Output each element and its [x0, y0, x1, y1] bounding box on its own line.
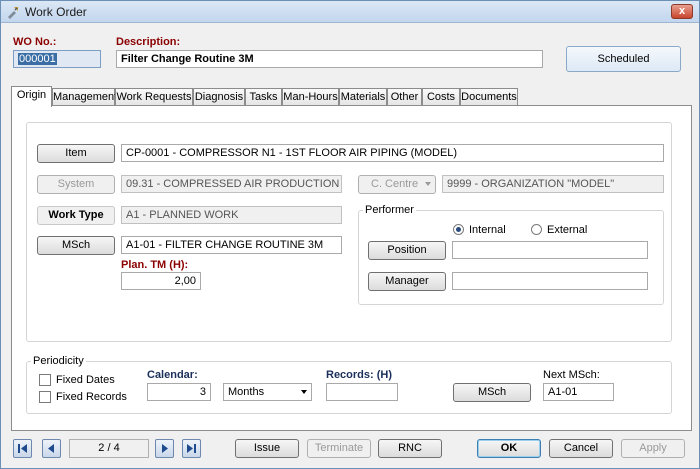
item-field[interactable]: CP-0001 - COMPRESSOR N1 - 1ST FLOOR AIR … [121, 144, 664, 162]
calendar-label: Calendar: [147, 369, 198, 381]
position-button[interactable]: Position [368, 241, 446, 260]
calendar-unit-value: Months [228, 386, 265, 398]
work-order-window: Work Order x WO No.: 000001 Description:… [0, 0, 700, 469]
tab-man-hours[interactable]: Man-Hours [282, 88, 339, 106]
last-icon [187, 444, 196, 453]
chevron-down-icon [425, 182, 431, 186]
calendar-input[interactable]: 3 [147, 383, 211, 401]
system-button[interactable]: System [37, 175, 115, 194]
status-badge: Scheduled [566, 46, 681, 72]
origin-panel: Item CP-0001 - COMPRESSOR N1 - 1ST FLOOR… [11, 105, 692, 431]
chevron-down-icon [301, 390, 307, 394]
records-input[interactable] [326, 383, 398, 401]
app-icon [8, 7, 18, 19]
external-radio[interactable] [531, 224, 542, 235]
tab-tasks[interactable]: Tasks [245, 88, 282, 106]
record-counter: 2 / 4 [69, 439, 149, 458]
next-record-button[interactable] [155, 439, 174, 458]
cost-centre-label: C. Centre [371, 178, 419, 190]
internal-radio[interactable] [453, 224, 464, 235]
periodicity-label: Periodicity [31, 355, 86, 367]
fixed-records-checkbox[interactable] [39, 391, 51, 403]
previous-icon [48, 444, 54, 453]
records-label: Records: (H) [326, 369, 393, 381]
next-msch-label: Next MSch: [543, 369, 600, 381]
first-icon [18, 444, 27, 453]
tab-work-requests[interactable]: Work Requests [115, 88, 193, 106]
system-field[interactable]: 09.31 - COMPRESSED AIR PRODUCTION [121, 175, 342, 193]
description-input[interactable]: Filter Change Routine 3M [116, 50, 543, 68]
terminate-button[interactable]: Terminate [307, 439, 371, 458]
msch-field[interactable]: A1-01 - FILTER CHANGE ROUTINE 3M [121, 236, 342, 254]
internal-label: Internal [469, 224, 506, 236]
work-type-label: Work Type [37, 206, 115, 225]
plan-tm-label: Plan. TM (H): [121, 259, 189, 271]
close-button[interactable]: x [671, 4, 693, 19]
rnc-button[interactable]: RNC [378, 439, 442, 458]
window-title: Work Order [25, 5, 87, 19]
description-label: Description: [116, 36, 181, 48]
fixed-records-label: Fixed Records [56, 391, 127, 403]
external-label: External [547, 224, 588, 236]
wo-number-value: 000001 [18, 53, 57, 65]
title-bar[interactable]: Work Order x [1, 1, 699, 23]
manager-field[interactable] [452, 272, 648, 290]
tab-materials[interactable]: Materials [339, 88, 387, 106]
calendar-unit-select[interactable]: Months [223, 383, 312, 401]
next-msch-field[interactable]: A1-01 [543, 383, 614, 401]
last-record-button[interactable] [182, 439, 201, 458]
ok-button[interactable]: OK [477, 439, 541, 458]
manager-button[interactable]: Manager [368, 272, 446, 291]
next-icon [162, 444, 168, 453]
fixed-dates-checkbox[interactable] [39, 374, 51, 386]
cost-centre-field[interactable]: 9999 - ORGANIZATION "MODEL" [442, 175, 664, 193]
plan-tm-input[interactable]: 2,00 [121, 272, 201, 290]
apply-button[interactable]: Apply [621, 439, 685, 458]
position-field[interactable] [452, 241, 648, 259]
issue-button[interactable]: Issue [235, 439, 299, 458]
item-button[interactable]: Item [37, 144, 115, 163]
cost-centre-dropdown[interactable]: C. Centre [358, 175, 436, 194]
work-type-field[interactable]: A1 - PLANNED WORK [121, 206, 342, 224]
wo-number-field[interactable]: 000001 [13, 50, 101, 68]
fixed-dates-label: Fixed Dates [56, 374, 115, 386]
performer-label: Performer [363, 204, 416, 216]
tab-costs[interactable]: Costs [422, 88, 460, 106]
tab-documents[interactable]: Documents [460, 88, 518, 106]
tab-diagnosis[interactable]: Diagnosis [193, 88, 245, 106]
periodicity-msch-button[interactable]: MSch [453, 383, 531, 402]
previous-record-button[interactable] [42, 439, 61, 458]
first-record-button[interactable] [13, 439, 32, 458]
msch-button[interactable]: MSch [37, 236, 115, 255]
tab-other[interactable]: Other [387, 88, 422, 106]
tab-management[interactable]: Management [52, 88, 117, 106]
cancel-button[interactable]: Cancel [549, 439, 613, 458]
tab-origin[interactable]: Origin [11, 86, 52, 107]
wo-number-label: WO No.: [13, 36, 57, 48]
